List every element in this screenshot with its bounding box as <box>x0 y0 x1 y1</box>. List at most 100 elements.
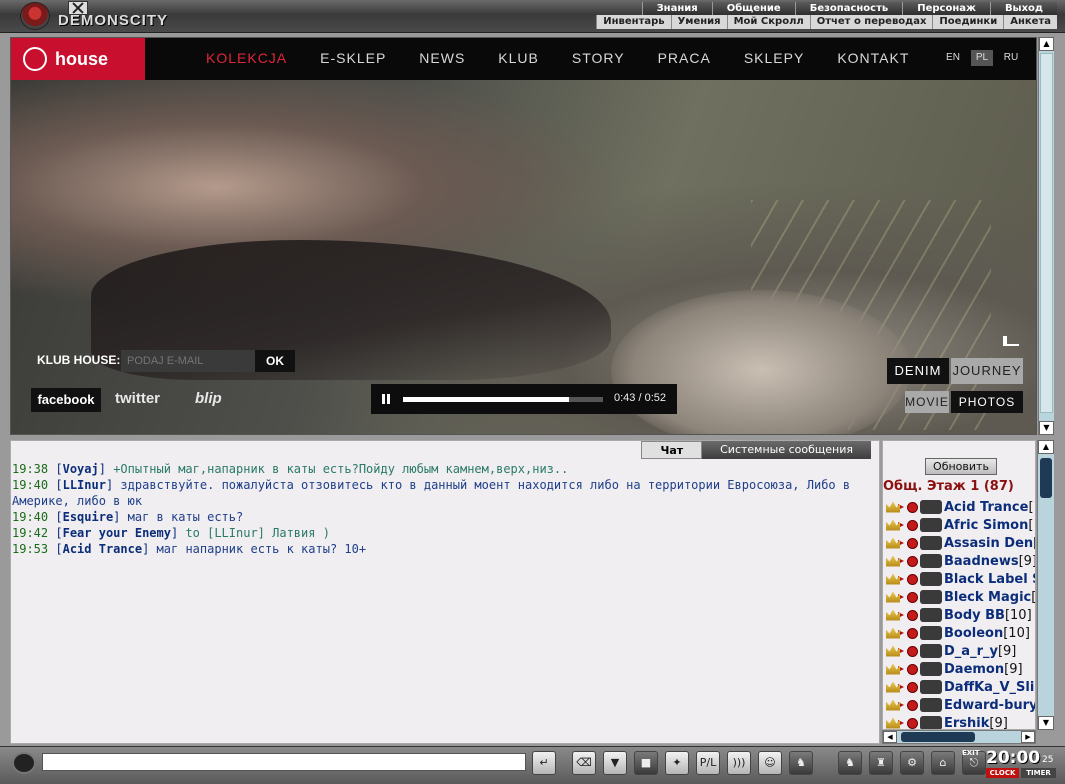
message-nick[interactable]: Voyaj <box>63 462 99 476</box>
submenu-inventory[interactable]: Инвентарь <box>596 15 670 29</box>
action-tool-2-icon[interactable]: ⚙ <box>900 751 924 775</box>
scroll-down-icon[interactable]: ▼ <box>1038 716 1054 730</box>
user-name[interactable]: Black Label S <box>944 572 1035 587</box>
scroll-up-icon[interactable]: ▲ <box>1039 37 1054 51</box>
message-nick[interactable]: Esquire <box>63 510 114 524</box>
nav-story[interactable]: STORY <box>572 38 625 80</box>
nav-kontakt[interactable]: KONTAKT <box>837 38 909 80</box>
user-list-item[interactable]: Edward-bury <box>883 696 1035 714</box>
user-list-item[interactable]: Booleon [10] <box>883 624 1035 642</box>
user-list-item[interactable]: DaffKa_V_Sli <box>883 678 1035 696</box>
movie-button[interactable]: MOVIE <box>905 391 949 413</box>
message-nick[interactable]: Fear your Enemy <box>63 526 171 540</box>
menu-personazh[interactable]: Персонаж <box>902 2 990 15</box>
chat-input[interactable] <box>42 753 526 771</box>
user-name[interactable]: D_a_r_y <box>944 644 998 659</box>
user-name[interactable]: Ershik <box>944 716 989 730</box>
video-progress[interactable] <box>403 397 603 402</box>
message-nick[interactable]: LLInur <box>63 478 106 492</box>
nav-praca[interactable]: PRACA <box>658 38 711 80</box>
user-list-item[interactable]: D_a_r_y [9] <box>883 642 1035 660</box>
pl-icon[interactable]: P/L <box>696 751 720 775</box>
submenu-profile[interactable]: Анкета <box>1003 15 1057 29</box>
pause-icon[interactable] <box>382 394 390 404</box>
filter-icon[interactable]: ▼ <box>603 751 627 775</box>
horse-icon[interactable]: ♞ <box>789 751 813 775</box>
submenu-transfer-report[interactable]: Отчет о переводах <box>809 15 933 29</box>
timer-button[interactable]: TIMER <box>1021 768 1056 778</box>
scroll-right-icon[interactable]: ▶ <box>1021 731 1035 743</box>
frame-scrollbar[interactable]: ▲ ▼ <box>1038 37 1054 435</box>
sound-icon[interactable]: ))) <box>727 751 751 775</box>
lang-pl[interactable]: PL <box>971 50 993 66</box>
user-name[interactable]: Body BB <box>944 608 1005 623</box>
user-name[interactable]: Baadnews <box>944 554 1019 569</box>
site-logo[interactable]: house <box>11 38 145 80</box>
submenu-duels[interactable]: Поединки <box>932 15 1003 29</box>
user-name[interactable]: Assasin Den <box>944 536 1033 551</box>
scroll-up-icon[interactable]: ▲ <box>1038 440 1054 454</box>
menu-znaniya[interactable]: Знания <box>641 2 712 15</box>
menu-vyhod[interactable]: Выход <box>989 2 1057 15</box>
user-list-hscrollbar[interactable]: ◀ ▶ <box>882 730 1036 744</box>
scroll-left-icon[interactable]: ◀ <box>883 731 897 743</box>
send-icon[interactable]: ↵ <box>532 751 556 775</box>
twitter-link[interactable]: twitter <box>115 390 160 407</box>
blip-link[interactable]: blip <box>195 390 222 407</box>
nav-klub[interactable]: KLUB <box>498 38 539 80</box>
user-list-item[interactable]: Baadnews [9] <box>883 552 1035 570</box>
user-list-item[interactable]: Black Label S <box>883 570 1035 588</box>
scroll-thumb[interactable] <box>1040 53 1053 413</box>
action-tool-0-icon[interactable]: ♞ <box>838 751 862 775</box>
nav-e-sklep[interactable]: E-SKLEP <box>320 38 386 80</box>
email-field[interactable] <box>121 350 255 372</box>
user-list-scrollbar[interactable]: ▲ ▼ <box>1037 440 1054 730</box>
ok-button[interactable]: OK <box>255 350 295 372</box>
smile-icon[interactable]: ☺ <box>758 751 782 775</box>
menu-bezopasnost[interactable]: Безопасность <box>794 2 903 15</box>
user-list-item[interactable]: Bleck Magic[1 <box>883 588 1035 606</box>
denim-button[interactable]: DENIM <box>887 358 949 384</box>
hero-video[interactable] <box>11 80 1036 434</box>
tab-chat[interactable]: Чат <box>641 441 703 459</box>
user-list-item[interactable]: Assasin Den[ <box>883 534 1035 552</box>
facebook-link[interactable]: facebook <box>31 388 101 412</box>
action-tool-1-icon[interactable]: ♜ <box>869 751 893 775</box>
user-list-item[interactable]: Acid Trance[1 <box>883 498 1035 516</box>
action-tool-3-icon[interactable]: ⌂ <box>931 751 955 775</box>
user-list-item[interactable]: Ershik [9] <box>883 714 1035 730</box>
message-nick[interactable]: Acid Trance <box>63 542 142 556</box>
journey-button[interactable]: JOURNEY <box>951 358 1023 384</box>
refresh-button[interactable]: Обновить <box>925 458 997 475</box>
save-icon[interactable]: ■ <box>634 751 658 775</box>
lang-en[interactable]: EN <box>942 50 964 66</box>
user-name[interactable]: Booleon <box>944 626 1003 641</box>
user-name[interactable]: Daemon <box>944 662 1004 677</box>
user-name[interactable]: Acid Trance <box>944 500 1028 515</box>
lang-ru[interactable]: RU <box>1000 50 1022 66</box>
scroll-down-icon[interactable]: ▼ <box>1039 421 1054 435</box>
photos-button[interactable]: PHOTOS <box>951 391 1023 413</box>
hscroll-thumb[interactable] <box>901 732 975 742</box>
submenu-skills[interactable]: Умения <box>670 15 727 29</box>
clock-button[interactable]: CLOCK <box>986 768 1019 778</box>
speaker-icon[interactable] <box>12 752 36 774</box>
nav-news[interactable]: NEWS <box>419 38 465 80</box>
user-list-item[interactable]: Daemon [9] <box>883 660 1035 678</box>
user-name[interactable]: Edward-bury <box>944 698 1035 713</box>
fullscreen-icon[interactable] <box>1003 336 1019 346</box>
eraser-icon[interactable]: ⌫ <box>572 751 596 775</box>
user-level: [9] <box>1004 661 1023 677</box>
scroll-thumb[interactable] <box>1040 458 1052 498</box>
user-name[interactable]: DaffKa_V_Sli <box>944 680 1034 695</box>
nav-sklepy[interactable]: SKLEPY <box>744 38 804 80</box>
submenu-my-scroll[interactable]: Мой Скролл <box>726 15 810 29</box>
menu-obshchenie[interactable]: Общение <box>711 2 795 15</box>
user-name[interactable]: Afric Simon <box>944 518 1028 533</box>
user-list-item[interactable]: Body BB [10] <box>883 606 1035 624</box>
nav-kolekcja[interactable]: KOLEKCJA <box>206 38 287 80</box>
user-name[interactable]: Bleck Magic <box>944 590 1031 605</box>
tab-system-messages[interactable]: Системные сообщения <box>702 441 871 459</box>
user-list-item[interactable]: Afric Simon[1 <box>883 516 1035 534</box>
dance-icon[interactable]: ✦ <box>665 751 689 775</box>
